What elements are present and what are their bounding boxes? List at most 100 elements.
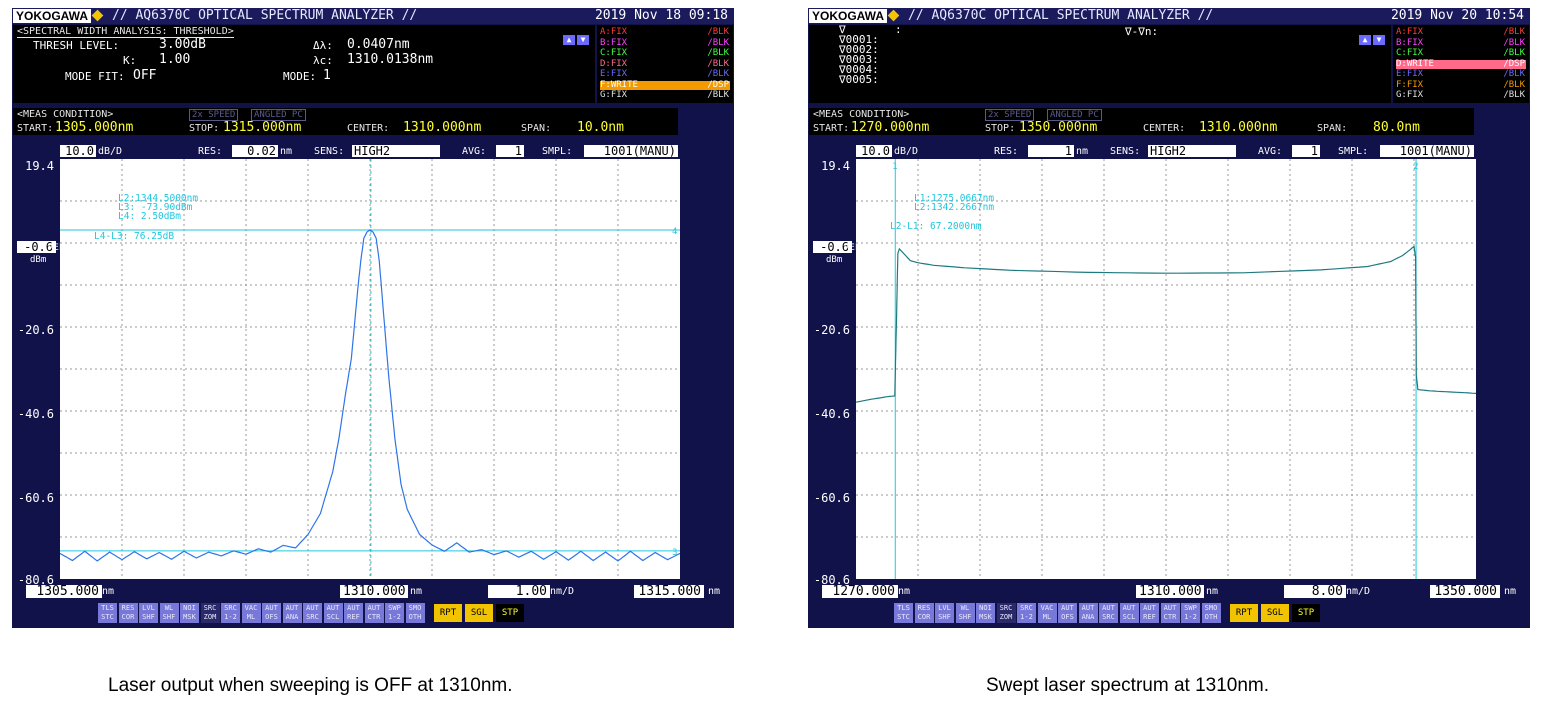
- softkey-button[interactable]: AUT CTR: [1160, 603, 1180, 623]
- softkey-button[interactable]: TLS STC: [98, 603, 117, 623]
- marker-tag: 4: [672, 227, 677, 237]
- res-box[interactable]: 0.02: [232, 145, 278, 157]
- page-arrows[interactable]: ▲ ▼: [563, 27, 591, 45]
- spectrum-plot[interactable]: 1 2 L1:1275.0667nm L2:1342.2667nm L2-L1: 67.…: [856, 159, 1476, 579]
- sens-box[interactable]: HIGH2: [352, 145, 440, 157]
- sgl-button[interactable]: SGL: [465, 604, 493, 622]
- softkey-button[interactable]: AUT SRC: [1099, 603, 1118, 623]
- softkey-button[interactable]: SRC 1-2: [221, 603, 240, 623]
- x-footer: 1270.000 nm 1310.000 nm 8.00 nm/D 1350.0…: [808, 585, 1530, 600]
- ref-unit: dBm: [30, 255, 47, 265]
- trace-item[interactable]: E:FIX/BLK: [1396, 70, 1526, 79]
- center-value[interactable]: 1310.000nm: [403, 121, 481, 134]
- softkey-button[interactable]: SWP 1-2: [385, 603, 404, 623]
- trace-item[interactable]: B:FIX/BLK: [1396, 38, 1526, 48]
- softkey-button[interactable]: VAC ML: [1037, 603, 1057, 623]
- trace-item[interactable]: A:FIX/BLK: [600, 28, 730, 37]
- scale-box[interactable]: 10.0: [60, 145, 96, 157]
- softkey-button[interactable]: AUT OFS: [1058, 603, 1077, 623]
- trace-item[interactable]: G:FIX/BLK: [600, 91, 730, 100]
- trace-item[interactable]: E:FIX/BLK: [600, 70, 730, 79]
- stop-value[interactable]: 1315.000nm: [223, 121, 301, 134]
- rpt-button[interactable]: RPT: [434, 604, 462, 622]
- x-stop-box[interactable]: 1350.000: [1430, 585, 1500, 598]
- softkey-button[interactable]: AUT ANA: [282, 603, 302, 623]
- softkey-button[interactable]: AUT SCL: [323, 603, 343, 623]
- softkey-button[interactable]: SMO OTH: [1201, 603, 1221, 623]
- softkey-button[interactable]: WL SHF: [159, 603, 179, 623]
- stop-label: STOP:: [985, 123, 1016, 134]
- center-value[interactable]: 1310.000nm: [1199, 121, 1277, 134]
- avg-box[interactable]: 1: [496, 145, 524, 157]
- res-box[interactable]: 1: [1028, 145, 1074, 157]
- sgl-button[interactable]: SGL: [1261, 604, 1289, 622]
- softkey-button[interactable]: SRC ZOM: [200, 603, 220, 623]
- span-label: SPAN:: [521, 123, 552, 134]
- softkey-button[interactable]: WL SHF: [955, 603, 975, 623]
- softkey-button[interactable]: NOI MSK: [180, 603, 199, 623]
- x-unit: nm: [708, 586, 721, 597]
- softkey-button[interactable]: AUT REF: [1140, 603, 1159, 623]
- x-start-box[interactable]: 1270.000: [822, 585, 898, 598]
- trace-item[interactable]: F:WRITE/DSP: [600, 80, 730, 90]
- instrument-model: // AQ6370C OPTICAL SPECTRUM ANALYZER //: [112, 8, 418, 23]
- smpl-box[interactable]: 1001(MANU): [1380, 145, 1474, 157]
- x-stop-box[interactable]: 1315.000: [634, 585, 704, 598]
- start-value[interactable]: 1270.000nm: [851, 121, 929, 134]
- caption-left: Laser output when sweeping is OFF at 131…: [108, 675, 513, 696]
- trace-mode: /BLK: [1503, 79, 1525, 90]
- trace-item[interactable]: G:FIX/BLK: [1396, 91, 1526, 100]
- trace-item[interactable]: D:FIX/BLK: [600, 59, 730, 69]
- smpl-box[interactable]: 1001(MANU): [584, 145, 678, 157]
- trace-item[interactable]: C:FIX/BLK: [600, 49, 730, 58]
- x-center-box[interactable]: 1310.000: [1136, 585, 1204, 598]
- softkey-button[interactable]: NOI MSK: [976, 603, 995, 623]
- page-up-icon[interactable]: ▲: [563, 35, 575, 45]
- trace-item[interactable]: D:WRITE/DSP: [1396, 59, 1526, 69]
- trace-item[interactable]: F:FIX/BLK: [1396, 79, 1526, 90]
- page-up-icon[interactable]: ▲: [1359, 35, 1371, 45]
- page-down-icon[interactable]: ▼: [1373, 35, 1385, 45]
- x-perdiv-box[interactable]: 8.00: [1284, 585, 1346, 598]
- softkey-button[interactable]: AUT OFS: [262, 603, 281, 623]
- softkey-button[interactable]: VAC ML: [241, 603, 261, 623]
- softkey-button[interactable]: AUT CTR: [364, 603, 384, 623]
- stp-button[interactable]: STP: [496, 604, 524, 622]
- rpt-button[interactable]: RPT: [1230, 604, 1258, 622]
- softkey-button[interactable]: SRC 1-2: [1017, 603, 1036, 623]
- trace-mode: /BLK: [707, 69, 729, 79]
- trace-item[interactable]: A:FIX/BLK: [1396, 28, 1526, 37]
- softkey-button[interactable]: SRC ZOM: [996, 603, 1016, 623]
- softkey-button[interactable]: AUT ANA: [1078, 603, 1098, 623]
- x-center-box[interactable]: 1310.000: [340, 585, 408, 598]
- softkey-button[interactable]: LVL SHF: [139, 603, 158, 623]
- stop-value[interactable]: 1350.000nm: [1019, 121, 1097, 134]
- start-value[interactable]: 1305.000nm: [55, 121, 133, 134]
- span-label: SPAN:: [1317, 123, 1348, 134]
- trace-item[interactable]: C:FIX/BLK: [1396, 49, 1526, 58]
- sens-box[interactable]: HIGH2: [1148, 145, 1236, 157]
- page-down-icon[interactable]: ▼: [577, 35, 589, 45]
- softkey-button[interactable]: AUT SCL: [1119, 603, 1139, 623]
- stp-button[interactable]: STP: [1292, 604, 1320, 622]
- res-unit: nm: [1076, 146, 1089, 157]
- softkey-button[interactable]: AUT SRC: [303, 603, 322, 623]
- softkey-button[interactable]: TLS STC: [894, 603, 913, 623]
- softkey-button[interactable]: AUT REF: [344, 603, 363, 623]
- avg-box[interactable]: 1: [1292, 145, 1320, 157]
- trace-item[interactable]: B:FIX/BLK: [600, 38, 730, 48]
- softkey-button[interactable]: RES COR: [914, 603, 934, 623]
- span-value[interactable]: 10.0nm: [577, 121, 624, 134]
- x-perdiv-box[interactable]: 1.00: [488, 585, 550, 598]
- softkey-button[interactable]: SMO OTH: [405, 603, 425, 623]
- span-value[interactable]: 80.0nm: [1373, 121, 1420, 134]
- page-arrows[interactable]: ▲ ▼: [1359, 27, 1387, 45]
- softkey-button[interactable]: RES COR: [118, 603, 138, 623]
- spectrum-plot[interactable]: 4 3 L2:1344.5000nm L3: -73.90dBm L4: 2.50dBm…: [60, 159, 680, 579]
- trace-list: A:FIX/BLK B:FIX/BLK C:FIX/BLK D:FIX/BLK E:FI…: [597, 25, 733, 103]
- x-start-box[interactable]: 1305.000: [26, 585, 102, 598]
- spectrum-chart: 43L2:1344.5000nmL3: -73.90dBmL4: 2.50dBm…: [60, 159, 680, 579]
- softkey-button[interactable]: SWP 1-2: [1181, 603, 1200, 623]
- scale-box[interactable]: 10.0: [856, 145, 892, 157]
- softkey-button[interactable]: LVL SHF: [935, 603, 954, 623]
